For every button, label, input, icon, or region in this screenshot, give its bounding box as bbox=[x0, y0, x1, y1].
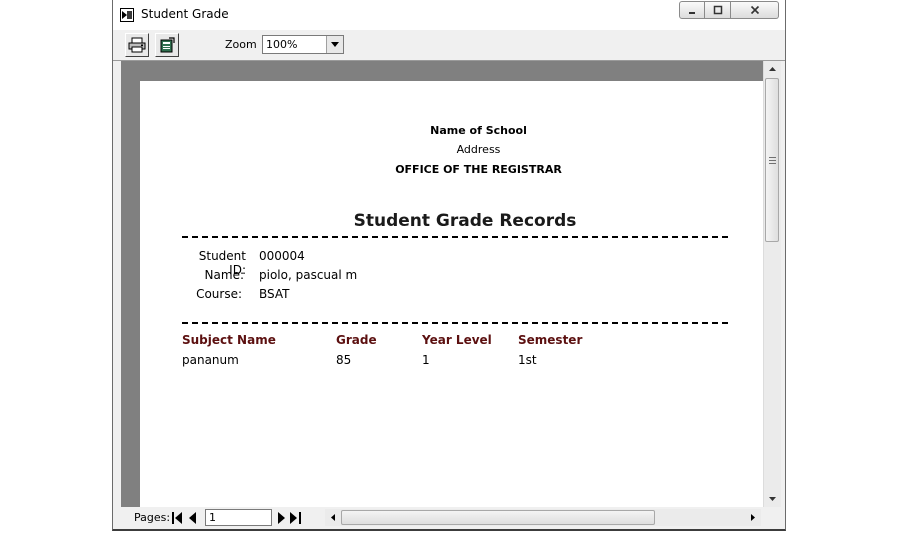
cell-grade: 85 bbox=[336, 353, 352, 367]
cell-year-level: 1 bbox=[422, 353, 430, 367]
toolbar: Zoom 100% bbox=[113, 30, 785, 61]
window-title: Student Grade bbox=[141, 7, 229, 21]
column-header-semester: Semester bbox=[518, 333, 583, 347]
scroll-right-icon[interactable] bbox=[745, 509, 761, 525]
column-header-grade: Grade bbox=[336, 333, 377, 347]
scroll-down-icon[interactable] bbox=[764, 491, 780, 507]
app-icon bbox=[120, 7, 134, 22]
course-label: Course: bbox=[196, 287, 242, 301]
minimize-button[interactable] bbox=[679, 1, 705, 19]
school-name: Name of School bbox=[430, 124, 527, 137]
student-id-value: 000004 bbox=[259, 249, 305, 263]
status-bar: Pages: 1 bbox=[113, 507, 785, 529]
first-page-button[interactable] bbox=[171, 510, 183, 526]
name-label: Name: bbox=[204, 268, 244, 282]
maximize-button[interactable] bbox=[705, 1, 731, 19]
divider-top bbox=[182, 236, 728, 238]
scroll-up-icon[interactable] bbox=[764, 61, 780, 77]
office-name: OFFICE OF THE REGISTRAR bbox=[395, 163, 562, 176]
school-address: Address bbox=[456, 143, 501, 156]
window-controls bbox=[679, 1, 783, 21]
report-viewport: Name of School Address OFFICE OF THE REG… bbox=[121, 61, 763, 507]
pages-label: Pages: bbox=[134, 511, 171, 524]
divider-middle bbox=[182, 322, 728, 324]
last-page-button[interactable] bbox=[289, 510, 301, 526]
minimize-icon bbox=[689, 12, 695, 14]
column-header-year-level: Year Level bbox=[422, 333, 492, 347]
print-button[interactable] bbox=[125, 33, 149, 57]
title-bar[interactable]: Student Grade bbox=[113, 0, 785, 31]
zoom-dropdown[interactable]: 100% bbox=[262, 35, 344, 54]
first-page-icon bbox=[171, 512, 182, 524]
page-number-value: 1 bbox=[209, 511, 216, 524]
cell-semester: 1st bbox=[518, 353, 537, 367]
report-viewer-window: Student Grade Zoom 100% Name of School A… bbox=[112, 0, 786, 531]
report-title: Student Grade Records bbox=[353, 211, 577, 231]
next-page-icon bbox=[278, 512, 285, 524]
name-value: piolo, pascual m bbox=[259, 268, 358, 282]
report-page: Name of School Address OFFICE OF THE REG… bbox=[140, 81, 763, 507]
last-page-icon bbox=[289, 512, 301, 524]
page-number-input[interactable]: 1 bbox=[205, 509, 272, 526]
previous-page-icon bbox=[189, 512, 196, 524]
printer-icon bbox=[128, 37, 146, 53]
close-button[interactable] bbox=[731, 1, 779, 19]
previous-page-button[interactable] bbox=[187, 510, 199, 526]
horizontal-scroll-thumb[interactable] bbox=[341, 510, 655, 525]
zoom-value: 100% bbox=[266, 38, 298, 51]
vertical-scroll-thumb[interactable] bbox=[765, 78, 779, 242]
export-button[interactable] bbox=[155, 33, 179, 57]
maximize-icon bbox=[713, 5, 722, 15]
zoom-label: Zoom bbox=[225, 38, 257, 51]
scroll-left-icon[interactable] bbox=[325, 509, 341, 525]
cell-subject: pananum bbox=[182, 353, 239, 367]
export-icon bbox=[160, 37, 175, 53]
close-icon bbox=[750, 5, 759, 15]
course-value: BSAT bbox=[259, 287, 290, 301]
dropdown-arrow-icon[interactable] bbox=[326, 36, 343, 53]
next-page-button[interactable] bbox=[275, 510, 287, 526]
vertical-scrollbar[interactable] bbox=[763, 61, 781, 507]
column-header-subject: Subject Name bbox=[182, 333, 276, 347]
horizontal-scrollbar[interactable] bbox=[325, 509, 761, 526]
